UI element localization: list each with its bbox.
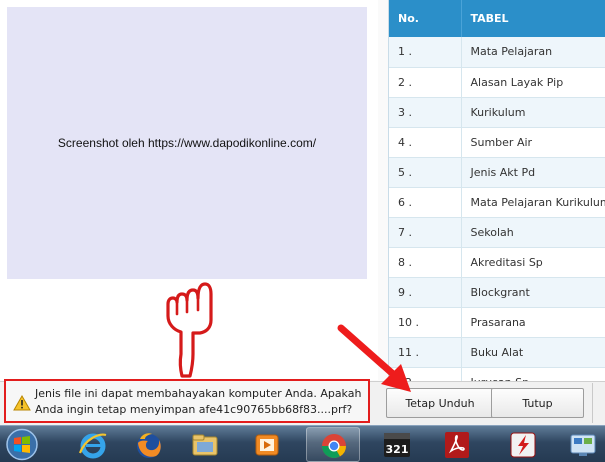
column-header-no: No. — [389, 0, 462, 37]
filezilla-icon — [510, 432, 536, 458]
table-row[interactable]: 12 .Jurusan Sp — [389, 367, 605, 381]
download-warning-text: Jenis file ini dapat membahayakan komput… — [35, 386, 369, 418]
media-player-icon — [255, 434, 279, 456]
taskbar-control-panel[interactable] — [556, 427, 605, 462]
row-tabel-name: Alasan Layak Pip — [461, 67, 605, 98]
pointing-hand-icon — [166, 282, 213, 378]
tabel-list-panel: No. TABEL 1 . Mata Pelajaran 2 . Alasan La… — [388, 0, 605, 381]
row-tabel-name: Blockgrant — [461, 277, 605, 308]
windows-start-icon — [6, 428, 38, 461]
table-row[interactable]: 8 . Akreditasi Sp — [389, 247, 605, 278]
table-row[interactable]: 9 . Blockgrant — [389, 277, 605, 308]
column-header-tabel: TABEL — [461, 0, 605, 37]
row-tabel-name: Sekolah — [461, 217, 605, 248]
counter-text: 321 — [386, 443, 409, 456]
table-row[interactable]: 10 . Prasarana — [389, 307, 605, 338]
table-row[interactable]: 6 . Mata Pelajaran Kurikulum — [389, 187, 605, 218]
row-number: 4 . — [389, 127, 462, 158]
taskbar-file-explorer[interactable] — [178, 427, 232, 462]
windows-taskbar: 321 — [0, 425, 605, 462]
table-row[interactable]: 5 . Jenis Akt Pd — [389, 157, 605, 188]
row-tabel-name: Jenis Akt Pd — [461, 157, 605, 188]
row-number: 8 . — [389, 247, 462, 278]
table-row[interactable]: 3 . Kurikulum — [389, 97, 605, 128]
firefox-icon — [137, 433, 161, 458]
table-row[interactable]: 1 . Mata Pelajaran — [389, 37, 605, 68]
tabel-table: No. TABEL 1 . Mata Pelajaran 2 . Alasan La… — [389, 0, 605, 381]
row-tabel-name: Mata Pelajaran Kurikulum — [461, 187, 605, 218]
taskbar-chrome[interactable] — [306, 427, 360, 462]
browser-window: Screenshot oleh https://www.dapodikonlin… — [0, 0, 605, 462]
row-tabel-name: Jurusan Sp — [461, 367, 605, 381]
red-arrow-icon — [337, 324, 411, 392]
table-row[interactable]: 11 . Buku Alat — [389, 337, 605, 368]
warning-text-line2: Anda ingin tetap menyimpan afe41c90765bb… — [35, 403, 353, 416]
counter-321-icon: 321 — [384, 433, 410, 457]
table-row[interactable]: 4 . Sumber Air — [389, 127, 605, 158]
download-warning-message: Jenis file ini dapat membahayakan komput… — [4, 379, 370, 423]
row-number: 1 . — [389, 37, 462, 68]
chrome-icon — [322, 434, 346, 459]
row-number: 2 . — [389, 67, 462, 98]
folder-icon — [192, 434, 218, 456]
row-number: 5 . — [389, 157, 462, 188]
download-bar-divider — [592, 383, 605, 423]
row-tabel-name: Buku Alat — [461, 337, 605, 368]
taskbar-counter-app[interactable]: 321 — [370, 427, 424, 462]
pdf-icon — [445, 432, 469, 458]
table-row[interactable]: 2 . Alasan Layak Pip — [389, 67, 605, 98]
control-panel-icon — [570, 434, 596, 456]
warning-text-line1: Jenis file ini dapat membahayakan komput… — [35, 387, 362, 400]
row-tabel-name: Sumber Air — [461, 127, 605, 158]
row-tabel-name: Kurikulum — [461, 97, 605, 128]
taskbar-pdf-reader[interactable] — [430, 427, 484, 462]
internet-explorer-icon — [78, 433, 107, 459]
row-tabel-name: Prasarana — [461, 307, 605, 338]
table-header-row: No. TABEL — [389, 0, 605, 37]
warning-icon — [13, 395, 31, 411]
row-number: 7 . — [389, 217, 462, 248]
screenshot-credit-text: Screenshot oleh https://www.dapodikonlin… — [57, 136, 317, 150]
start-button[interactable] — [3, 427, 41, 462]
taskbar-internet-explorer[interactable] — [66, 427, 120, 462]
taskbar-filezilla[interactable] — [496, 427, 550, 462]
row-tabel-name: Akreditasi Sp — [461, 247, 605, 278]
close-download-button[interactable]: Tutup — [491, 388, 584, 418]
table-row[interactable]: 7 . Sekolah — [389, 217, 605, 248]
screenshot-placeholder: Screenshot oleh https://www.dapodikonlin… — [7, 7, 367, 279]
taskbar-media-player[interactable] — [240, 427, 294, 462]
row-number: 9 . — [389, 277, 462, 308]
row-number: 6 . — [389, 187, 462, 218]
row-tabel-name: Mata Pelajaran — [461, 37, 605, 68]
taskbar-firefox[interactable] — [122, 427, 176, 462]
row-number: 3 . — [389, 97, 462, 128]
